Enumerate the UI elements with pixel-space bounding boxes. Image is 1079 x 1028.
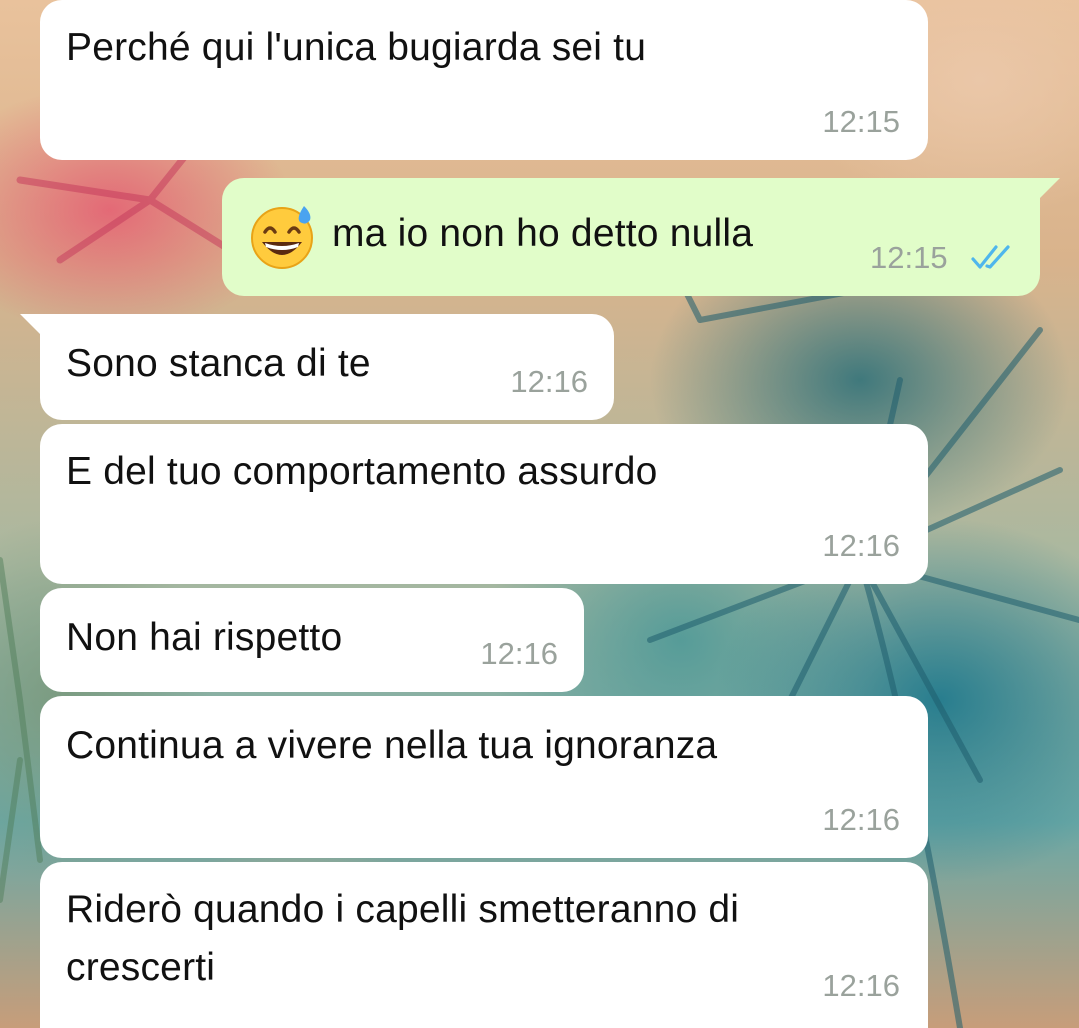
message-text: Sono stanca di te (66, 342, 371, 385)
grinning-face-with-sweat-icon (251, 206, 313, 269)
message-text: Perché qui l'unica bugiarda sei tu (66, 26, 647, 69)
message-text-line-1: Riderò quando i capelli smetteranno di (66, 888, 740, 931)
message-timestamp: 12:16 (822, 802, 900, 837)
message-text: Non hai rispetto (66, 616, 343, 659)
incoming-message[interactable]: Riderò quando i capelli smetteranno di c… (40, 862, 928, 1028)
incoming-message[interactable]: Continua a vivere nella tua ignoranza 12… (40, 696, 928, 858)
bubble-tail (20, 314, 46, 340)
message-text: E del tuo comportamento assurdo (66, 450, 658, 493)
incoming-message[interactable]: Sono stanca di te 12:16 (20, 314, 614, 420)
incoming-message[interactable]: Non hai rispetto 12:16 (40, 588, 584, 692)
message-text: Continua a vivere nella tua ignoranza (66, 724, 718, 767)
incoming-message[interactable]: E del tuo comportamento assurdo 12:16 (40, 424, 928, 584)
message-timestamp: 12:15 (822, 104, 900, 139)
message-text-line-2: crescerti (66, 946, 216, 989)
message-timestamp: 12:16 (480, 636, 558, 671)
message-timestamp: 12:16 (822, 968, 900, 1003)
outgoing-message[interactable]: ma io non ho detto nulla 12:15 (222, 178, 1060, 296)
message-timestamp: 12:15 (870, 240, 948, 275)
message-text: ma io non ho detto nulla (332, 212, 754, 255)
message-timestamp: 12:16 (822, 528, 900, 563)
double-check-read-icon (971, 245, 1010, 269)
incoming-message[interactable]: Perché qui l'unica bugiarda sei tu 12:15 (40, 0, 928, 160)
message-timestamp: 12:16 (510, 364, 588, 399)
bubble-tail (1034, 178, 1060, 204)
